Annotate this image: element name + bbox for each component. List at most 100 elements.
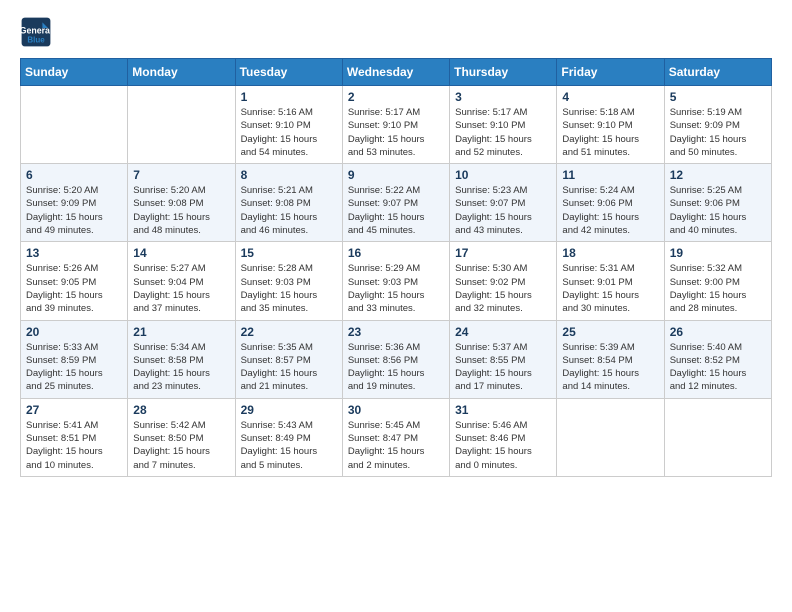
day-number: 27 [26, 403, 122, 417]
day-number: 7 [133, 168, 229, 182]
day-number: 31 [455, 403, 551, 417]
day-number: 21 [133, 325, 229, 339]
day-number: 2 [348, 90, 444, 104]
day-number: 26 [670, 325, 766, 339]
day-info: Sunrise: 5:23 AMSunset: 9:07 PMDaylight:… [455, 184, 551, 237]
calendar-week-row: 1 Sunrise: 5:16 AMSunset: 9:10 PMDaylight… [21, 86, 772, 164]
day-number: 25 [562, 325, 658, 339]
day-number: 29 [241, 403, 337, 417]
calendar-day-header: Monday [128, 59, 235, 86]
day-info: Sunrise: 5:45 AMSunset: 8:47 PMDaylight:… [348, 419, 444, 472]
day-info: Sunrise: 5:27 AMSunset: 9:04 PMDaylight:… [133, 262, 229, 315]
calendar-week-row: 27 Sunrise: 5:41 AMSunset: 8:51 PMDayligh… [21, 398, 772, 476]
calendar-day-cell: 9 Sunrise: 5:22 AMSunset: 9:07 PMDaylight… [342, 164, 449, 242]
day-info: Sunrise: 5:36 AMSunset: 8:56 PMDaylight:… [348, 341, 444, 394]
day-info: Sunrise: 5:37 AMSunset: 8:55 PMDaylight:… [455, 341, 551, 394]
day-number: 5 [670, 90, 766, 104]
day-number: 18 [562, 246, 658, 260]
day-info: Sunrise: 5:17 AMSunset: 9:10 PMDaylight:… [455, 106, 551, 159]
day-info: Sunrise: 5:20 AMSunset: 9:08 PMDaylight:… [133, 184, 229, 237]
day-number: 22 [241, 325, 337, 339]
calendar-day-cell: 16Sunrise: 5:29 AMSunset: 9:03 PMDayligh… [342, 242, 449, 320]
day-info: Sunrise: 5:17 AMSunset: 9:10 PMDaylight:… [348, 106, 444, 159]
day-number: 3 [455, 90, 551, 104]
day-number: 24 [455, 325, 551, 339]
day-number: 4 [562, 90, 658, 104]
calendar-day-cell: 6 Sunrise: 5:20 AMSunset: 9:09 PMDaylight… [21, 164, 128, 242]
calendar-day-cell: 26Sunrise: 5:40 AMSunset: 8:52 PMDayligh… [664, 320, 771, 398]
day-info: Sunrise: 5:18 AMSunset: 9:10 PMDaylight:… [562, 106, 658, 159]
calendar-day-header: Sunday [21, 59, 128, 86]
day-number: 11 [562, 168, 658, 182]
day-number: 1 [241, 90, 337, 104]
day-info: Sunrise: 5:43 AMSunset: 8:49 PMDaylight:… [241, 419, 337, 472]
calendar-day-cell: 5 Sunrise: 5:19 AMSunset: 9:09 PMDaylight… [664, 86, 771, 164]
page-container: General Blue SundayMondayTuesdayWednesda… [0, 0, 792, 493]
day-info: Sunrise: 5:20 AMSunset: 9:09 PMDaylight:… [26, 184, 122, 237]
logo: General Blue [20, 16, 56, 48]
day-number: 14 [133, 246, 229, 260]
header: General Blue [20, 16, 772, 48]
calendar-day-cell: 4 Sunrise: 5:18 AMSunset: 9:10 PMDaylight… [557, 86, 664, 164]
calendar-day-cell: 3 Sunrise: 5:17 AMSunset: 9:10 PMDaylight… [450, 86, 557, 164]
day-info: Sunrise: 5:28 AMSunset: 9:03 PMDaylight:… [241, 262, 337, 315]
calendar-day-cell: 31 Sunrise: 5:46 AMSunset: 8:46 PMDayligh… [450, 398, 557, 476]
day-info: Sunrise: 5:24 AMSunset: 9:06 PMDaylight:… [562, 184, 658, 237]
calendar-day-header: Tuesday [235, 59, 342, 86]
day-info: Sunrise: 5:34 AMSunset: 8:58 PMDaylight:… [133, 341, 229, 394]
calendar-day-cell [664, 398, 771, 476]
calendar-week-row: 20Sunrise: 5:33 AMSunset: 8:59 PMDayligh… [21, 320, 772, 398]
svg-text:Blue: Blue [27, 35, 45, 44]
calendar-day-cell: 12Sunrise: 5:25 AMSunset: 9:06 PMDayligh… [664, 164, 771, 242]
calendar-day-cell: 15 Sunrise: 5:28 AMSunset: 9:03 PMDayligh… [235, 242, 342, 320]
day-number: 13 [26, 246, 122, 260]
calendar-day-header: Friday [557, 59, 664, 86]
day-info: Sunrise: 5:21 AMSunset: 9:08 PMDaylight:… [241, 184, 337, 237]
day-info: Sunrise: 5:26 AMSunset: 9:05 PMDaylight:… [26, 262, 122, 315]
calendar-week-row: 6 Sunrise: 5:20 AMSunset: 9:09 PMDaylight… [21, 164, 772, 242]
calendar-day-cell: 22 Sunrise: 5:35 AMSunset: 8:57 PMDayligh… [235, 320, 342, 398]
calendar-day-cell: 18Sunrise: 5:31 AMSunset: 9:01 PMDayligh… [557, 242, 664, 320]
calendar-day-cell: 24 Sunrise: 5:37 AMSunset: 8:55 PMDayligh… [450, 320, 557, 398]
calendar-day-cell [557, 398, 664, 476]
calendar-day-cell: 23 Sunrise: 5:36 AMSunset: 8:56 PMDayligh… [342, 320, 449, 398]
calendar-day-cell: 10 Sunrise: 5:23 AMSunset: 9:07 PMDayligh… [450, 164, 557, 242]
calendar-day-cell: 7 Sunrise: 5:20 AMSunset: 9:08 PMDaylight… [128, 164, 235, 242]
calendar-day-cell: 21 Sunrise: 5:34 AMSunset: 8:58 PMDayligh… [128, 320, 235, 398]
day-number: 15 [241, 246, 337, 260]
day-number: 6 [26, 168, 122, 182]
calendar-day-cell: 29 Sunrise: 5:43 AMSunset: 8:49 PMDayligh… [235, 398, 342, 476]
day-info: Sunrise: 5:16 AMSunset: 9:10 PMDaylight:… [241, 106, 337, 159]
calendar-day-cell: 13 Sunrise: 5:26 AMSunset: 9:05 PMDayligh… [21, 242, 128, 320]
calendar-day-cell [21, 86, 128, 164]
day-info: Sunrise: 5:29 AMSunset: 9:03 PMDaylight:… [348, 262, 444, 315]
day-number: 30 [348, 403, 444, 417]
calendar-day-cell: 17 Sunrise: 5:30 AMSunset: 9:02 PMDayligh… [450, 242, 557, 320]
day-info: Sunrise: 5:19 AMSunset: 9:09 PMDaylight:… [670, 106, 766, 159]
day-info: Sunrise: 5:32 AMSunset: 9:00 PMDaylight:… [670, 262, 766, 315]
day-number: 10 [455, 168, 551, 182]
calendar-day-cell: 11 Sunrise: 5:24 AMSunset: 9:06 PMDayligh… [557, 164, 664, 242]
day-number: 17 [455, 246, 551, 260]
day-info: Sunrise: 5:22 AMSunset: 9:07 PMDaylight:… [348, 184, 444, 237]
day-info: Sunrise: 5:41 AMSunset: 8:51 PMDaylight:… [26, 419, 122, 472]
calendar-header-row: SundayMondayTuesdayWednesdayThursdayFrid… [21, 59, 772, 86]
day-number: 9 [348, 168, 444, 182]
day-number: 23 [348, 325, 444, 339]
day-number: 20 [26, 325, 122, 339]
day-info: Sunrise: 5:30 AMSunset: 9:02 PMDaylight:… [455, 262, 551, 315]
calendar-day-cell: 14 Sunrise: 5:27 AMSunset: 9:04 PMDayligh… [128, 242, 235, 320]
calendar-day-cell: 27 Sunrise: 5:41 AMSunset: 8:51 PMDayligh… [21, 398, 128, 476]
calendar-day-cell: 25 Sunrise: 5:39 AMSunset: 8:54 PMDayligh… [557, 320, 664, 398]
day-info: Sunrise: 5:39 AMSunset: 8:54 PMDaylight:… [562, 341, 658, 394]
calendar-day-cell [128, 86, 235, 164]
day-info: Sunrise: 5:46 AMSunset: 8:46 PMDaylight:… [455, 419, 551, 472]
calendar-day-header: Saturday [664, 59, 771, 86]
logo-icon: General Blue [20, 16, 52, 48]
calendar-day-cell: 19Sunrise: 5:32 AMSunset: 9:00 PMDayligh… [664, 242, 771, 320]
calendar-week-row: 13 Sunrise: 5:26 AMSunset: 9:05 PMDayligh… [21, 242, 772, 320]
calendar-day-cell: 28Sunrise: 5:42 AMSunset: 8:50 PMDayligh… [128, 398, 235, 476]
calendar-day-header: Thursday [450, 59, 557, 86]
day-info: Sunrise: 5:35 AMSunset: 8:57 PMDaylight:… [241, 341, 337, 394]
calendar-day-cell: 20Sunrise: 5:33 AMSunset: 8:59 PMDayligh… [21, 320, 128, 398]
